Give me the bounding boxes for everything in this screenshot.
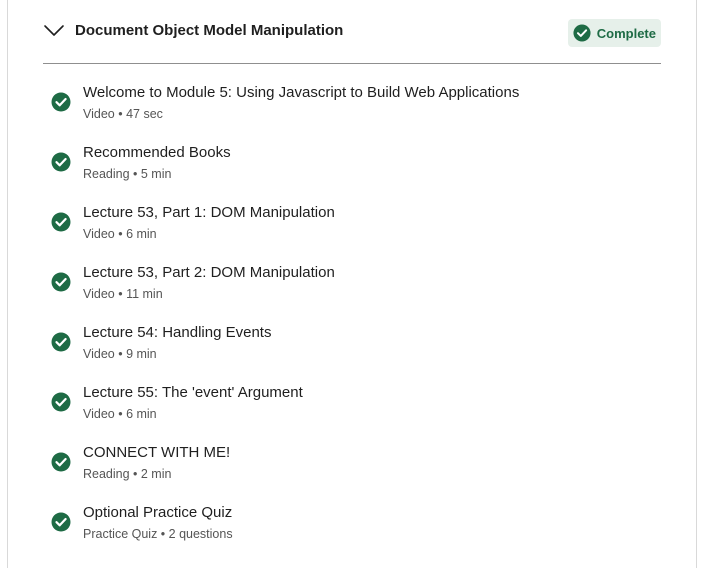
item-title[interactable]: Lecture 53, Part 1: DOM Manipulation	[83, 204, 335, 221]
item-meta: Video • 47 sec	[83, 107, 163, 121]
check-circle-icon	[51, 152, 71, 172]
item-title[interactable]: Lecture 53, Part 2: DOM Manipulation	[83, 264, 335, 281]
item-meta: Reading • 2 min	[83, 467, 172, 481]
chevron-down-icon[interactable]	[43, 24, 65, 38]
item-meta: Video • 11 min	[83, 287, 163, 301]
item-meta: Reading • 5 min	[83, 167, 172, 181]
list-item[interactable]: CONNECT WITH ME! Reading • 2 min	[43, 434, 661, 494]
module-panel: Document Object Model Manipulation Compl…	[0, 0, 705, 568]
item-meta: Practice Quiz • 2 questions	[83, 527, 233, 541]
item-title[interactable]: Welcome to Module 5: Using Javascript to…	[83, 84, 519, 101]
item-title[interactable]: Lecture 55: The 'event' Argument	[83, 384, 303, 401]
check-circle-icon	[51, 452, 71, 472]
check-circle-icon	[51, 212, 71, 232]
item-meta: Video • 6 min	[83, 407, 157, 421]
status-badge-label: Complete	[596, 25, 656, 41]
item-title[interactable]: Recommended Books	[83, 144, 231, 161]
item-title[interactable]: CONNECT WITH ME!	[83, 444, 230, 461]
panel-right-border	[696, 0, 697, 568]
item-title[interactable]: Optional Practice Quiz	[83, 504, 232, 521]
module-title: Document Object Model Manipulation	[75, 22, 344, 39]
item-meta: Video • 9 min	[83, 347, 157, 361]
list-item[interactable]: Lecture 53, Part 2: DOM Manipulation Vid…	[43, 254, 661, 314]
list-item[interactable]: Optional Practice Quiz Practice Quiz • 2…	[43, 494, 661, 554]
list-item[interactable]: Lecture 54: Handling Events Video • 9 mi…	[43, 314, 661, 374]
module-header[interactable]: Document Object Model Manipulation Compl…	[43, 14, 661, 50]
check-circle-icon	[573, 24, 591, 42]
check-circle-icon	[51, 272, 71, 292]
list-item[interactable]: Lecture 53, Part 1: DOM Manipulation Vid…	[43, 194, 661, 254]
list-item[interactable]: Welcome to Module 5: Using Javascript to…	[43, 74, 661, 134]
header-divider	[43, 63, 661, 64]
check-circle-icon	[51, 512, 71, 532]
list-item[interactable]: Lecture 55: The 'event' Argument Video •…	[43, 374, 661, 434]
status-badge: Complete	[567, 19, 661, 47]
item-meta: Video • 6 min	[83, 227, 157, 241]
check-circle-icon	[51, 92, 71, 112]
panel-left-border	[7, 0, 8, 568]
item-title[interactable]: Lecture 54: Handling Events	[83, 324, 271, 341]
check-circle-icon	[51, 332, 71, 352]
check-circle-icon	[51, 392, 71, 412]
module-items-list: Welcome to Module 5: Using Javascript to…	[43, 74, 661, 554]
list-item[interactable]: Recommended Books Reading • 5 min	[43, 134, 661, 194]
